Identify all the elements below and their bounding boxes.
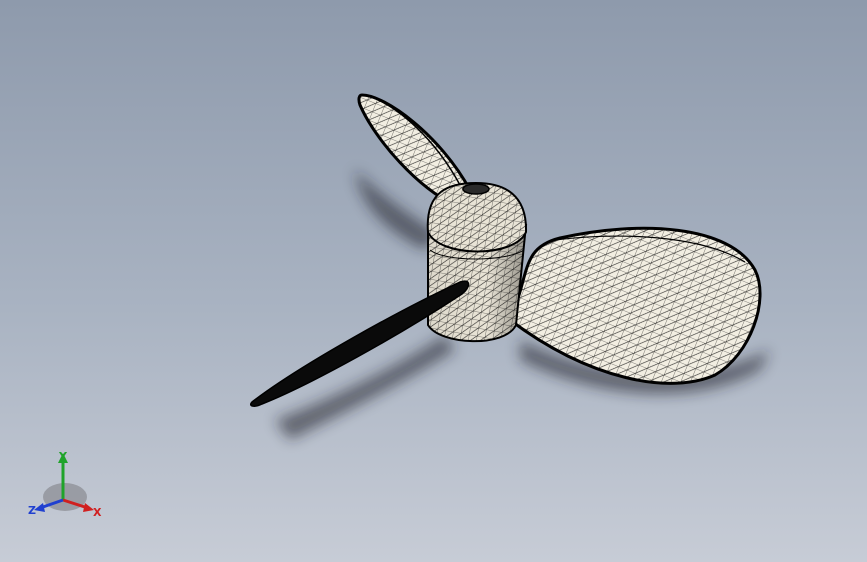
graphics-viewport[interactable]: Y X Z bbox=[0, 0, 867, 562]
x-axis-label: X bbox=[93, 506, 102, 519]
propeller-hub[interactable] bbox=[426, 181, 528, 343]
y-axis-label: Y bbox=[58, 450, 68, 463]
z-axis-label: Z bbox=[28, 504, 36, 517]
propeller-model-view[interactable] bbox=[0, 0, 867, 562]
reference-triad: Y X Z bbox=[28, 450, 102, 519]
